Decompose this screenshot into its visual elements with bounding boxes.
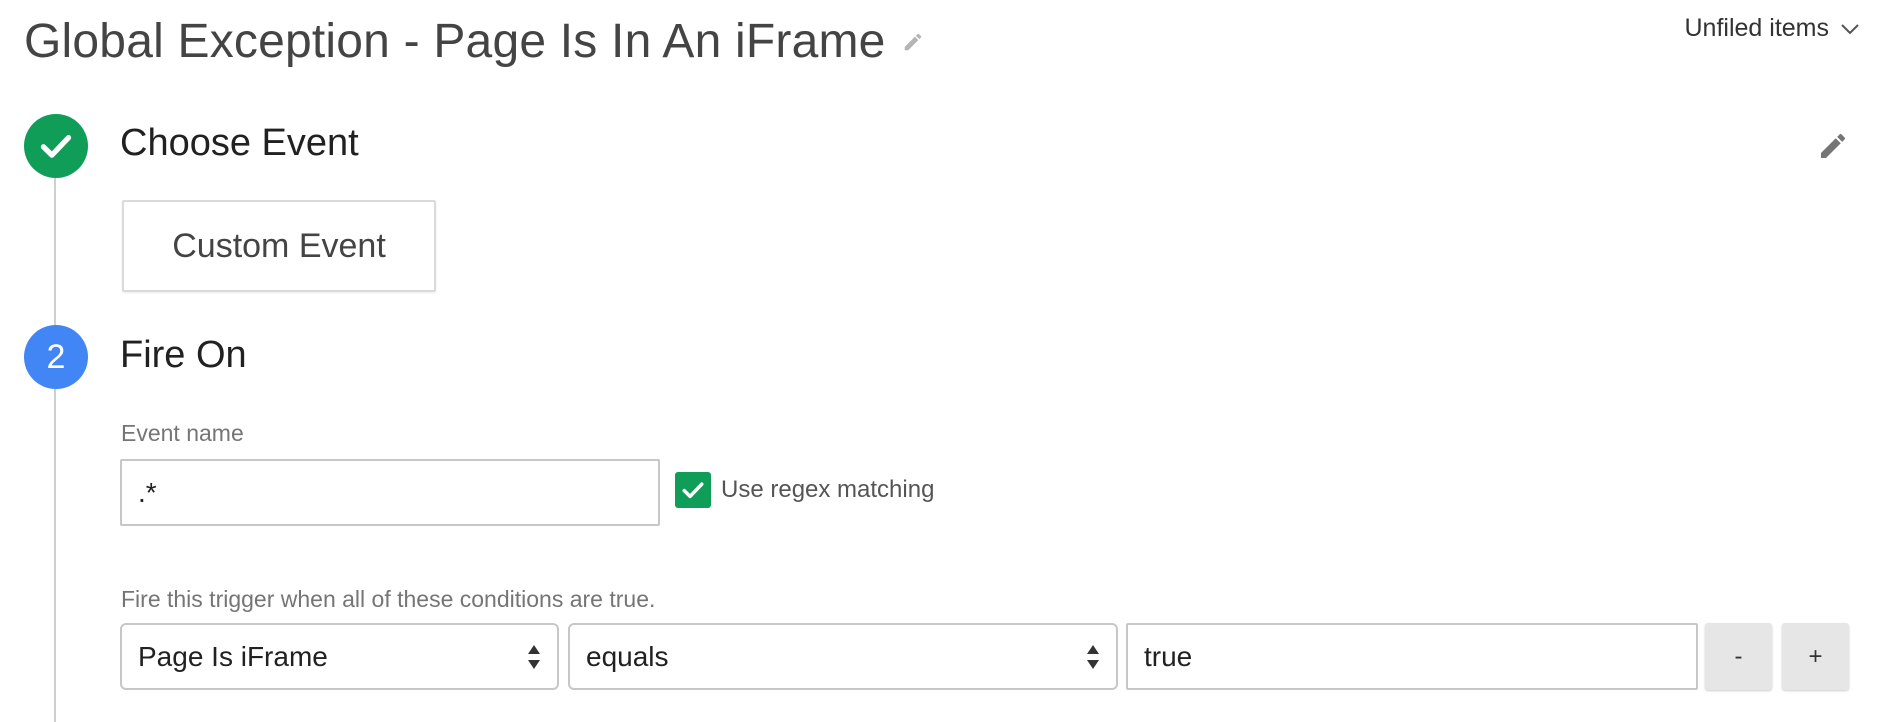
step-number-badge: 2: [24, 325, 88, 389]
condition-value-input[interactable]: [1126, 623, 1698, 690]
event-name-label: Event name: [121, 420, 244, 446]
pencil-icon[interactable]: [1815, 128, 1851, 164]
add-condition-button[interactable]: +: [1782, 623, 1849, 690]
chevron-down-icon: [1841, 23, 1859, 35]
select-arrows-icon: [527, 643, 541, 671]
condition-operator-value: equals: [586, 640, 669, 672]
folder-selector[interactable]: Unfiled items: [1685, 14, 1860, 43]
select-arrows-icon: [1086, 643, 1100, 671]
folder-label: Unfiled items: [1684, 14, 1830, 42]
conditions-label: Fire this trigger when all of these cond…: [121, 586, 656, 612]
step-title-fire-on: Fire On: [120, 334, 247, 376]
title-row: Global Exception - Page Is In An iFrame: [24, 14, 926, 69]
page-title: Global Exception - Page Is In An iFrame: [24, 15, 886, 68]
regex-checkbox[interactable]: [675, 472, 711, 508]
regex-label: Use regex matching: [721, 476, 935, 503]
event-name-input[interactable]: [120, 459, 660, 526]
trigger-editor: Global Exception - Page Is In An iFrame …: [0, 0, 1888, 722]
step-complete-badge: [24, 114, 88, 178]
regex-checkbox-row[interactable]: Use regex matching: [675, 472, 934, 508]
step-title-choose-event: Choose Event: [120, 122, 359, 164]
step-connector: [54, 389, 56, 722]
step-number: 2: [46, 337, 66, 376]
pencil-icon[interactable]: [900, 29, 926, 55]
check-icon: [36, 126, 76, 166]
step-connector: [54, 178, 56, 325]
event-type-label: Custom Event: [172, 226, 386, 265]
remove-condition-button[interactable]: -: [1705, 623, 1772, 690]
condition-variable-value: Page Is iFrame: [138, 640, 328, 672]
condition-variable-select[interactable]: Page Is iFrame: [120, 623, 559, 690]
event-type-card[interactable]: Custom Event: [122, 200, 436, 292]
condition-operator-select[interactable]: equals: [568, 623, 1118, 690]
